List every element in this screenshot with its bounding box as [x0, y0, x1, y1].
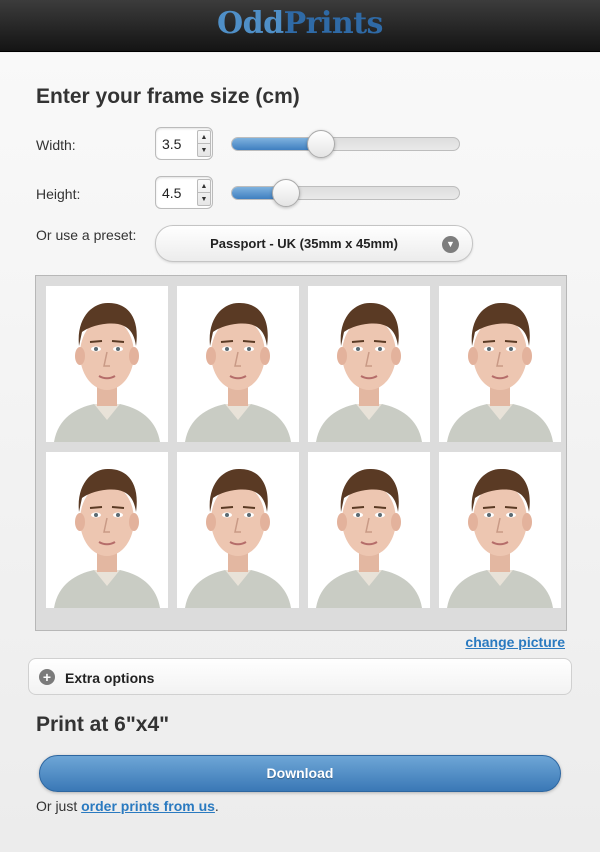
height-stepper[interactable]: 4.5 ▲ ▼ [155, 176, 213, 209]
preset-selected-value: Passport - UK (35mm x 45mm) [210, 236, 398, 251]
height-slider[interactable] [231, 179, 460, 207]
frame-size-heading: Enter your frame size (cm) [36, 85, 300, 108]
extra-options-label: Extra options [65, 670, 155, 686]
height-decrement-icon[interactable]: ▼ [198, 193, 210, 206]
width-value[interactable]: 3.5 [162, 136, 181, 152]
passport-photo [308, 452, 430, 608]
width-increment-icon[interactable]: ▲ [198, 131, 210, 144]
download-button-label: Download [266, 765, 334, 781]
width-label: Width: [36, 137, 76, 153]
change-picture-link[interactable]: change picture [465, 634, 565, 650]
width-slider-thumb[interactable] [307, 130, 335, 158]
logo-text-odd: Odd [217, 6, 284, 41]
passport-photo [308, 286, 430, 442]
main-content: Enter your frame size (cm) Width: 3.5 ▲ … [0, 53, 600, 852]
photo-preview-panel [35, 275, 567, 631]
header-bar: OddPrints [0, 0, 600, 52]
preset-label: Or use a preset: [36, 227, 137, 243]
preset-select[interactable]: Passport - UK (35mm x 45mm) ▼ [155, 225, 473, 262]
extra-options-toggle[interactable]: + Extra options [28, 658, 572, 695]
footer-text: Or just order prints from us. [36, 798, 219, 814]
width-decrement-icon[interactable]: ▼ [198, 144, 210, 157]
order-prints-link[interactable]: order prints from us [81, 798, 215, 814]
chevron-down-icon: ▼ [442, 236, 459, 253]
logo-text-prints: Prints [283, 6, 384, 41]
height-spin-buttons[interactable]: ▲ ▼ [197, 179, 211, 206]
plus-icon: + [39, 669, 55, 685]
height-label: Height: [36, 186, 81, 202]
print-size-title: Print at 6"x4" [36, 713, 170, 736]
footer-suffix: . [214, 798, 219, 814]
passport-photo [46, 286, 168, 442]
passport-photo [439, 452, 561, 608]
passport-photo [439, 286, 561, 442]
height-increment-icon[interactable]: ▲ [198, 180, 210, 193]
height-slider-thumb[interactable] [272, 179, 300, 207]
passport-photo [46, 452, 168, 608]
passport-photo [177, 286, 299, 442]
width-stepper[interactable]: 3.5 ▲ ▼ [155, 127, 213, 160]
logo[interactable]: OddPrints [0, 0, 600, 48]
passport-photo [177, 452, 299, 608]
footer-prefix: Or just [36, 798, 82, 814]
height-value[interactable]: 4.5 [162, 185, 181, 201]
width-slider[interactable] [231, 130, 460, 158]
download-button[interactable]: Download [39, 755, 561, 792]
width-spin-buttons[interactable]: ▲ ▼ [197, 130, 211, 157]
